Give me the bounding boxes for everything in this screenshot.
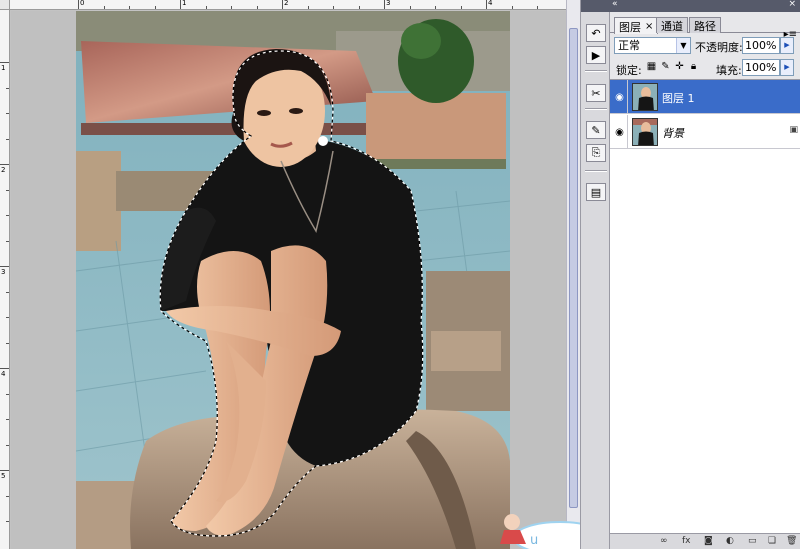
layer-row[interactable]: ◉ 背景 ▣ (610, 115, 800, 149)
lock-all-icon[interactable]: 🔒︎ (688, 61, 699, 73)
layer-thumbnail[interactable] (632, 118, 658, 146)
adjustment-layer-icon[interactable]: ◐ (726, 536, 734, 546)
canvas-workspace[interactable] (11, 11, 566, 549)
layer-name[interactable]: 背景 (662, 125, 684, 141)
ruler-top[interactable]: 0 1 2 3 4 (10, 0, 566, 10)
tab-layers[interactable]: 图层 × (614, 17, 659, 34)
panel-dock-icons: ↶ ▶ ✂ ✎ ⎘ ▤ (580, 0, 610, 549)
dock-header[interactable] (581, 0, 610, 12)
fill-value: 100% (745, 61, 777, 74)
scrollbar-thumb[interactable] (569, 28, 578, 508)
ruler-top-label: 2 (284, 0, 289, 7)
opacity-slider-arrow-icon[interactable]: ▶ (780, 37, 794, 54)
layer-thumbnail[interactable] (632, 83, 658, 111)
blend-opacity-row: 正常 ▼ 不透明度: 100% ▶ (610, 35, 800, 57)
ruler-corner[interactable] (0, 0, 10, 10)
lock-fill-row: 锁定: ▦ ✎ ✛ 🔒︎ 填充: 100% ▶ (610, 58, 800, 78)
ruler-top-label: 0 (80, 0, 85, 7)
fill-label: 填充: (716, 64, 742, 77)
panel-tabs: 图层 × 通道 路径 ▸≡ (610, 14, 800, 40)
delete-layer-icon[interactable]: 🗑︎ (786, 536, 797, 546)
layer-row[interactable]: ◉ 图层 1 (610, 80, 800, 114)
photoshop-window: 0 1 2 3 4 1 2 3 4 5 u ↶ ▶ ✂ ✎ ⎘ ▤ « × 图层… (0, 0, 800, 549)
tab-label: 路径 (694, 20, 716, 33)
opacity-input[interactable]: 100% (742, 37, 780, 54)
new-layer-icon[interactable]: ❏ (768, 536, 776, 546)
ruler-left-label: 2 (1, 166, 6, 174)
panel-header[interactable]: « × (610, 0, 800, 12)
layers-list: ◉ 图层 1 ◉ 背景 ▣ (610, 79, 800, 533)
vertical-scrollbar[interactable] (566, 0, 580, 549)
tab-label: 图层 (619, 20, 641, 34)
collapse-icon[interactable]: « (612, 0, 618, 9)
tool-presets-icon[interactable]: ✂ (586, 84, 606, 102)
new-group-icon[interactable]: ▭ (748, 536, 757, 546)
eye-icon[interactable]: ◉ (612, 115, 628, 149)
eye-icon[interactable]: ◉ (612, 80, 628, 114)
actions-play-icon[interactable]: ▶ (586, 46, 606, 64)
ruler-top-label: 4 (488, 0, 493, 7)
photo-illustration (76, 11, 510, 549)
tab-label: 通道 (661, 20, 683, 33)
clone-source-icon[interactable]: ⎘ (586, 144, 606, 162)
ruler-top-label: 1 (182, 0, 187, 7)
lock-icon: ▣ (789, 125, 798, 135)
ruler-left-label: 5 (1, 472, 6, 480)
layer-style-icon[interactable]: fx (682, 536, 691, 546)
lock-label: 锁定: (616, 64, 642, 77)
layer-name[interactable]: 图层 1 (662, 90, 695, 106)
fill-input[interactable]: 100% (742, 59, 780, 76)
chevron-down-icon[interactable]: ▼ (676, 38, 690, 53)
svg-text:u: u (530, 533, 538, 548)
link-layers-icon[interactable]: ∞ (660, 536, 668, 546)
layer-mask-icon[interactable]: ◙ (704, 536, 713, 546)
tab-paths[interactable]: 路径 (689, 17, 721, 33)
history-brush-icon[interactable]: ↶ (586, 24, 606, 42)
ruler-left-label: 1 (1, 64, 6, 72)
lock-pixels-icon[interactable]: ✎ (660, 61, 671, 73)
ruler-top-label: 3 (386, 0, 391, 7)
brushes-icon[interactable]: ✎ (586, 121, 606, 139)
layers-panel: « × 图层 × 通道 路径 ▸≡ 正常 ▼ 不透明度: 100% ▶ 锁定: … (610, 0, 800, 549)
blend-mode-value: 正常 (618, 39, 640, 52)
lock-position-icon[interactable]: ✛ (674, 61, 685, 73)
blend-mode-select[interactable]: 正常 ▼ (614, 37, 691, 54)
layers-panel-footer: ∞ fx ◙ ◐ ▭ ❏ 🗑︎ (610, 533, 800, 549)
ruler-left-label: 3 (1, 268, 6, 276)
close-icon[interactable]: × (788, 0, 796, 9)
dock-separator (585, 108, 607, 110)
ruler-left-label: 4 (1, 370, 6, 378)
tab-channels[interactable]: 通道 (656, 17, 688, 33)
close-icon[interactable]: × (645, 21, 653, 32)
document-image[interactable] (76, 11, 510, 549)
layer-comps-icon[interactable]: ▤ (586, 183, 606, 201)
dock-separator (585, 170, 607, 172)
opacity-label: 不透明度: (695, 41, 743, 54)
ruler-left[interactable]: 1 2 3 4 5 (0, 10, 10, 549)
opacity-value: 100% (745, 39, 777, 52)
dock-separator (585, 70, 607, 72)
fill-slider-arrow-icon[interactable]: ▶ (780, 59, 794, 76)
lock-transparency-icon[interactable]: ▦ (646, 61, 657, 73)
